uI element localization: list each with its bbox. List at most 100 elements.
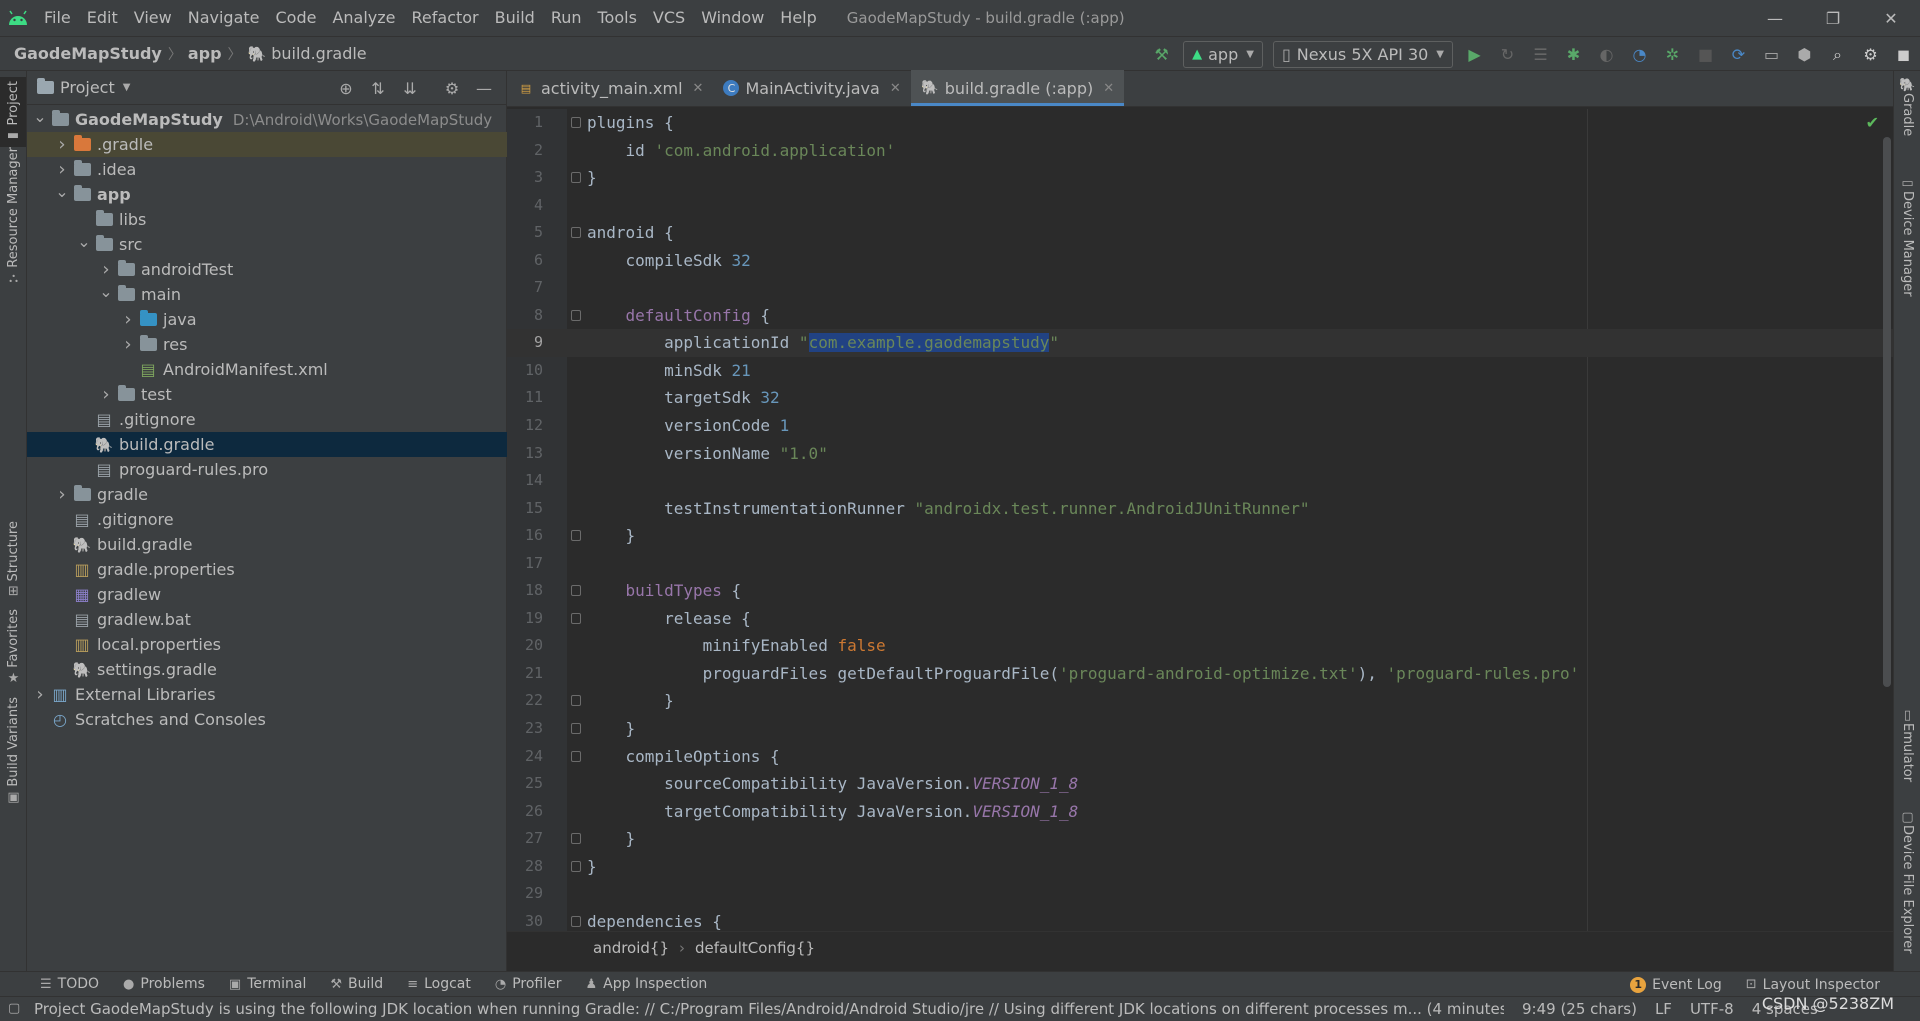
menu-run[interactable]: Run — [543, 0, 590, 36]
code-line[interactable]: 2 id 'com.android.application' — [507, 137, 1893, 165]
chevron-right-icon[interactable]: › — [53, 484, 71, 505]
make-project-hammer-icon[interactable]: ⚒ — [1145, 38, 1178, 71]
code-line[interactable]: 4 — [507, 192, 1893, 220]
layout-inspector-tab[interactable]: ⊡ Layout Inspector — [1746, 977, 1880, 993]
code-line[interactable]: 29 — [507, 880, 1893, 908]
fold-marker-icon[interactable] — [571, 723, 581, 735]
tool-tab-favorites[interactable]: Favorites ★ — [0, 605, 27, 690]
tool-tab-emulator[interactable]: ▯ Emulator — [1894, 705, 1920, 782]
tree-item[interactable]: libs — [27, 207, 507, 232]
code-line[interactable]: 3} — [507, 164, 1893, 192]
code-line[interactable]: 28} — [507, 853, 1893, 881]
chevron-right-icon[interactable]: › — [119, 334, 137, 355]
code-line[interactable]: 5 android { — [507, 219, 1893, 247]
chevron-right-icon[interactable]: › — [119, 309, 137, 330]
run-configuration-select[interactable]: ▲ app ▼ — [1183, 41, 1263, 68]
code-line[interactable]: 11 targetSdk 32 — [507, 384, 1893, 412]
user-avatar-icon[interactable]: ◼ — [1887, 38, 1920, 71]
editor-tab[interactable]: ▤ activity_main.xml ✕ — [507, 70, 713, 106]
menu-file[interactable]: File — [36, 0, 79, 36]
code-line[interactable]: 18 buildTypes { — [507, 577, 1893, 605]
menu-code[interactable]: Code — [268, 0, 325, 36]
fold-marker-icon[interactable] — [571, 117, 581, 128]
code-line[interactable]: 14 — [507, 467, 1893, 495]
code-line[interactable]: 22 } — [507, 687, 1893, 715]
tool-tab-resource-manager[interactable]: Resource Manager ⛬ — [0, 143, 27, 290]
editor-tab[interactable]: 🐘 build.gradle (:app) ✕ — [910, 70, 1125, 106]
tool-tab-structure[interactable]: Structure ⊞ — [0, 517, 27, 603]
tree-item[interactable]: › res — [27, 332, 507, 357]
device-select[interactable]: ▯ Nexus 5X API 30 ▼ — [1272, 41, 1453, 68]
stop-icon[interactable]: ■ — [1689, 38, 1722, 71]
code-line[interactable]: 1 plugins { — [507, 109, 1893, 137]
debug-icon[interactable]: ✱ — [1557, 38, 1590, 71]
code-breadcrumb-defaultconfig[interactable]: defaultConfig{} — [695, 939, 815, 957]
collapse-all-icon[interactable]: ⇊ — [394, 79, 426, 98]
hide-panel-icon[interactable]: — — [468, 79, 500, 98]
fold-marker-icon[interactable] — [571, 530, 581, 542]
status-message[interactable]: Project GaodeMapStudy is using the follo… — [34, 1000, 1504, 1018]
bottom-tab-build[interactable]: ⚒ Build — [330, 976, 383, 992]
code-line[interactable]: 15 testInstrumentationRunner "androidx.t… — [507, 495, 1893, 523]
attach-debugger-icon[interactable]: ✲ — [1656, 38, 1689, 71]
bottom-tab-terminal[interactable]: ▣ Terminal — [229, 976, 306, 992]
menu-build[interactable]: Build — [487, 0, 543, 36]
menu-help[interactable]: Help — [772, 0, 824, 36]
tree-item[interactable]: ⌄ main — [27, 282, 507, 307]
fold-marker-icon[interactable] — [571, 612, 581, 624]
tree-item[interactable]: ▤ gradlew.bat — [27, 607, 507, 632]
code-line[interactable]: 21 proguardFiles getDefaultProguardFile(… — [507, 660, 1893, 688]
tree-item[interactable]: ⌄ GaodeMapStudy D:\Android\Works\GaodeMapS… — [27, 107, 507, 132]
code-line[interactable]: 24 compileOptions { — [507, 743, 1893, 771]
gear-icon[interactable]: ⚙ — [1854, 38, 1887, 71]
code-line[interactable]: 8 defaultConfig { — [507, 302, 1893, 330]
menu-tools[interactable]: Tools — [590, 0, 645, 36]
run-icon[interactable]: ▶ — [1458, 38, 1491, 71]
code-line[interactable]: 6 compileSdk 32 — [507, 247, 1893, 275]
device-manager-icon[interactable]: ▭ — [1755, 38, 1788, 71]
close-icon[interactable]: ✕ — [890, 81, 901, 96]
tree-item[interactable]: › .gradle — [27, 132, 507, 157]
breadcrumb-module[interactable]: app — [184, 44, 226, 63]
close-icon[interactable]: ✕ — [1103, 81, 1114, 96]
tool-tab-build-variants[interactable]: Build Variants ▣ — [0, 693, 27, 809]
run-with-coverage-icon[interactable]: ◐ — [1590, 38, 1623, 71]
menu-edit[interactable]: Edit — [79, 0, 126, 36]
caret-position[interactable]: 9:49 (25 chars) — [1522, 1000, 1637, 1018]
code-line[interactable]: 26 targetCompatibility JavaVersion.VERSI… — [507, 798, 1893, 826]
tree-item[interactable]: 🐘 build.gradle — [27, 532, 507, 557]
code-line[interactable]: 7 — [507, 274, 1893, 302]
menu-window[interactable]: Window — [693, 0, 772, 36]
editor-scrollbar[interactable] — [1883, 137, 1891, 687]
chevron-down-icon[interactable]: ⌄ — [31, 107, 49, 126]
close-icon[interactable]: ✕ — [693, 81, 704, 96]
code-line[interactable]: 12 versionCode 1 — [507, 412, 1893, 440]
menu-view[interactable]: View — [126, 0, 180, 36]
apply-code-changes-icon[interactable]: ☰ — [1524, 38, 1557, 71]
bottom-tab-profiler[interactable]: ◔ Profiler — [495, 976, 562, 992]
chevron-right-icon[interactable]: › — [97, 259, 115, 280]
file-encoding[interactable]: UTF-8 — [1690, 1000, 1734, 1018]
tree-item[interactable]: ◴ Scratches and Consoles — [27, 707, 507, 732]
breadcrumb-file[interactable]: 🐘 build.gradle — [244, 44, 371, 63]
sync-gradle-icon[interactable]: ⟳ — [1722, 38, 1755, 71]
no-problems-check-icon[interactable]: ✔ — [1866, 113, 1879, 132]
tree-item[interactable]: ▤ .gitignore — [27, 507, 507, 532]
code-line[interactable]: 25 sourceCompatibility JavaVersion.VERSI… — [507, 770, 1893, 798]
menu-navigate[interactable]: Navigate — [180, 0, 268, 36]
tree-item[interactable]: ▤ .gitignore — [27, 407, 507, 432]
status-window-icon[interactable]: ▢ — [8, 1001, 20, 1016]
tool-tab-gradle[interactable]: 🐘 Gradle — [1894, 75, 1920, 136]
tree-item[interactable]: ▤ proguard-rules.pro — [27, 457, 507, 482]
line-separator[interactable]: LF — [1655, 1000, 1672, 1018]
tree-item[interactable]: ⌄ app — [27, 182, 507, 207]
tree-item[interactable]: › .idea — [27, 157, 507, 182]
bottom-tab-problems[interactable]: ● Problems — [123, 976, 205, 992]
tree-item[interactable]: › java — [27, 307, 507, 332]
tree-item[interactable]: ▥ gradle.properties — [27, 557, 507, 582]
tree-item[interactable]: › androidTest — [27, 257, 507, 282]
minimize-button[interactable]: — — [1746, 0, 1804, 36]
code-area[interactable]: 1 plugins {2 id 'com.android.application'… — [507, 109, 1893, 931]
bottom-tab-todo[interactable]: ☰ TODO — [40, 976, 99, 992]
tree-item[interactable]: › gradle — [27, 482, 507, 507]
